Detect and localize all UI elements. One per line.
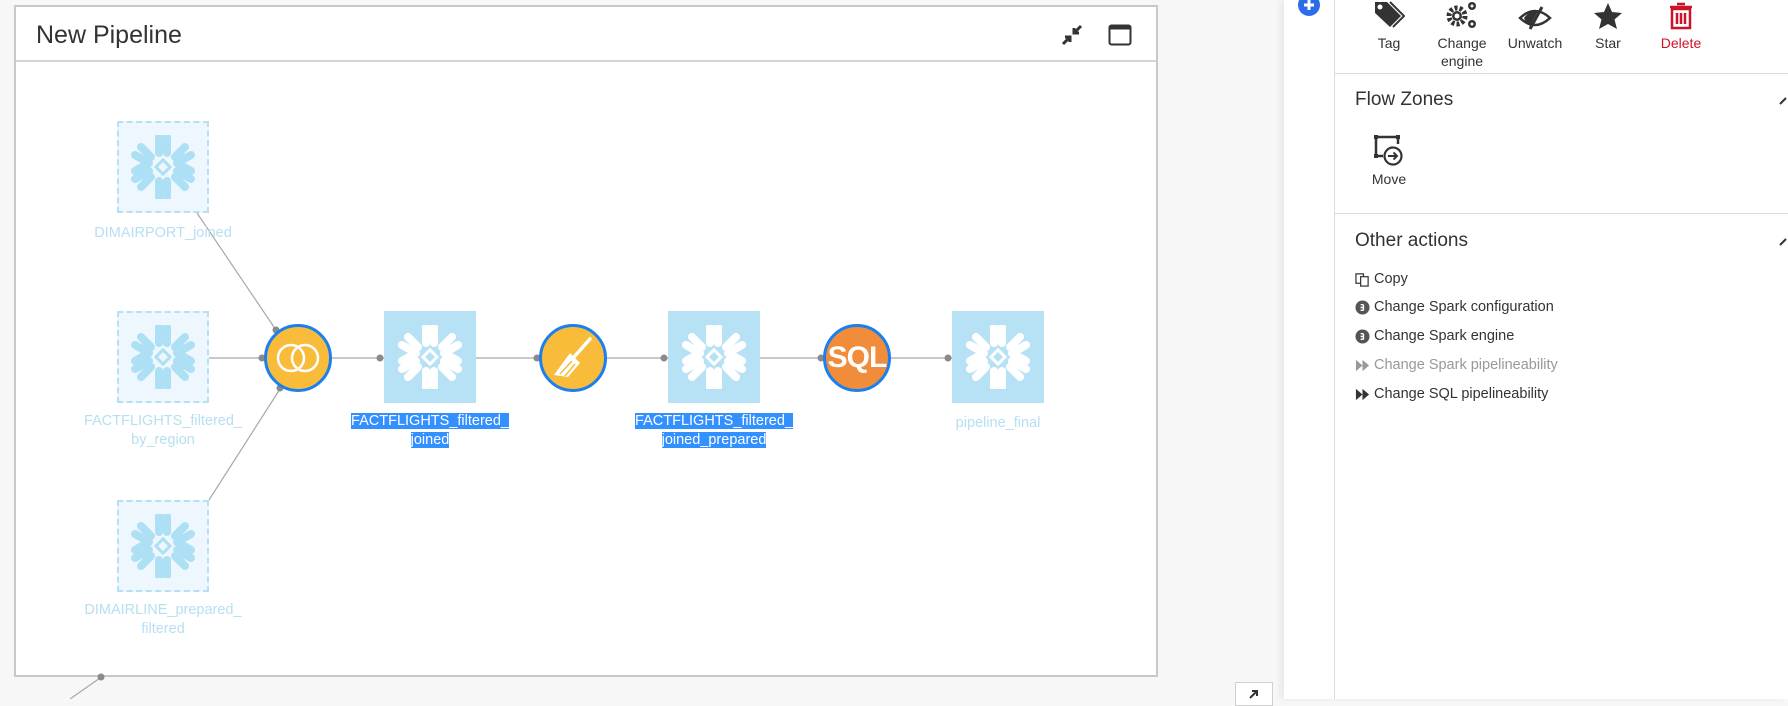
change-engine-button[interactable]: Change engine [1428, 0, 1496, 70]
join-icon [276, 343, 320, 373]
change-sql-pipelineability-action[interactable]: Change SQL pipelineability [1355, 386, 1548, 402]
divider [1335, 73, 1788, 74]
window-icon [1108, 24, 1132, 46]
flow-zones-title: Flow Zones [1355, 89, 1454, 110]
collapse-arrows-icon [1061, 24, 1083, 46]
copy-icon [1355, 272, 1369, 287]
other-actions-title: Other actions [1355, 230, 1468, 251]
snowflake-icon [966, 325, 1030, 389]
open-zone-window-button[interactable] [1106, 21, 1134, 49]
dataset-node-factflights-by-region[interactable] [117, 311, 209, 403]
edge [69, 677, 101, 699]
sql-icon: SQL [827, 341, 888, 374]
tag-button[interactable]: Tag [1355, 0, 1423, 52]
snowflake-icon [398, 325, 462, 389]
chevron-up-icon[interactable] [1778, 96, 1788, 106]
copy-action[interactable]: Copy [1355, 271, 1408, 287]
expand-corner-button[interactable] [1235, 682, 1273, 706]
dataset-label-dimairport[interactable]: DIMAIRPORT_joined [63, 224, 263, 243]
spark-icon [1355, 328, 1370, 344]
spark-icon [1355, 299, 1370, 315]
broom-icon [554, 337, 592, 377]
prepare-recipe-node[interactable] [539, 324, 607, 392]
chevron-up-icon[interactable] [1778, 237, 1788, 247]
snowflake-icon [131, 514, 195, 578]
trash-icon [1670, 2, 1692, 30]
change-spark-configuration-action[interactable]: Change Spark configuration [1355, 299, 1554, 315]
plus-icon [1304, 0, 1314, 10]
zone-header: New Pipeline [16, 7, 1156, 62]
dataset-node-factflights-joined[interactable] [384, 311, 476, 403]
dataset-node-factflights-joined-prepared[interactable] [668, 311, 760, 403]
dataset-label-factflights-joined[interactable]: FACTFLIGHTS_filtered_ joined [330, 412, 530, 450]
sql-recipe-node[interactable]: SQL [823, 324, 891, 392]
dataset-node-dimairport[interactable] [117, 121, 209, 213]
delete-button[interactable]: Delete [1647, 0, 1715, 52]
join-recipe-node[interactable] [264, 324, 332, 392]
star-icon [1594, 3, 1622, 29]
expand-arrow-icon [1249, 690, 1258, 699]
dataset-label-factflights-by-region[interactable]: FACTFLIGHTS_filtered_ by_region [63, 412, 263, 450]
collapse-zone-button[interactable] [1058, 21, 1086, 49]
divider [1335, 213, 1788, 214]
snowflake-icon [131, 325, 195, 389]
snowflake-icon [682, 325, 746, 389]
actions-panel: Tag Change engine Unwatch Star Delete Fl… [1334, 0, 1788, 699]
dataset-node-dimairline[interactable] [117, 500, 209, 592]
fast-forward-icon [1355, 359, 1370, 371]
change-spark-engine-action[interactable]: Change Spark engine [1355, 328, 1514, 344]
dataset-label-factflights-joined-prepared[interactable]: FACTFLIGHTS_filtered_ joined_prepared [614, 412, 814, 450]
star-button[interactable]: Star [1574, 0, 1642, 52]
dataset-label-pipeline-final[interactable]: pipeline_final [898, 414, 1098, 433]
unwatch-button[interactable]: Unwatch [1501, 0, 1569, 52]
dataset-label-dimairline[interactable]: DIMAIRLINE_prepared_ filtered [63, 601, 263, 639]
gears-icon [1446, 2, 1476, 28]
zone-title: New Pipeline [36, 21, 182, 49]
tag-icon [1375, 1, 1405, 28]
move-zone-icon [1374, 135, 1403, 166]
fast-forward-icon [1355, 388, 1370, 400]
snowflake-icon [131, 135, 195, 199]
move-zone-button[interactable]: Move [1355, 132, 1423, 188]
eye-slash-icon [1518, 6, 1552, 30]
dataset-node-pipeline-final[interactable] [952, 311, 1044, 403]
change-spark-pipelineability-action: Change Spark pipelineability [1355, 357, 1558, 373]
